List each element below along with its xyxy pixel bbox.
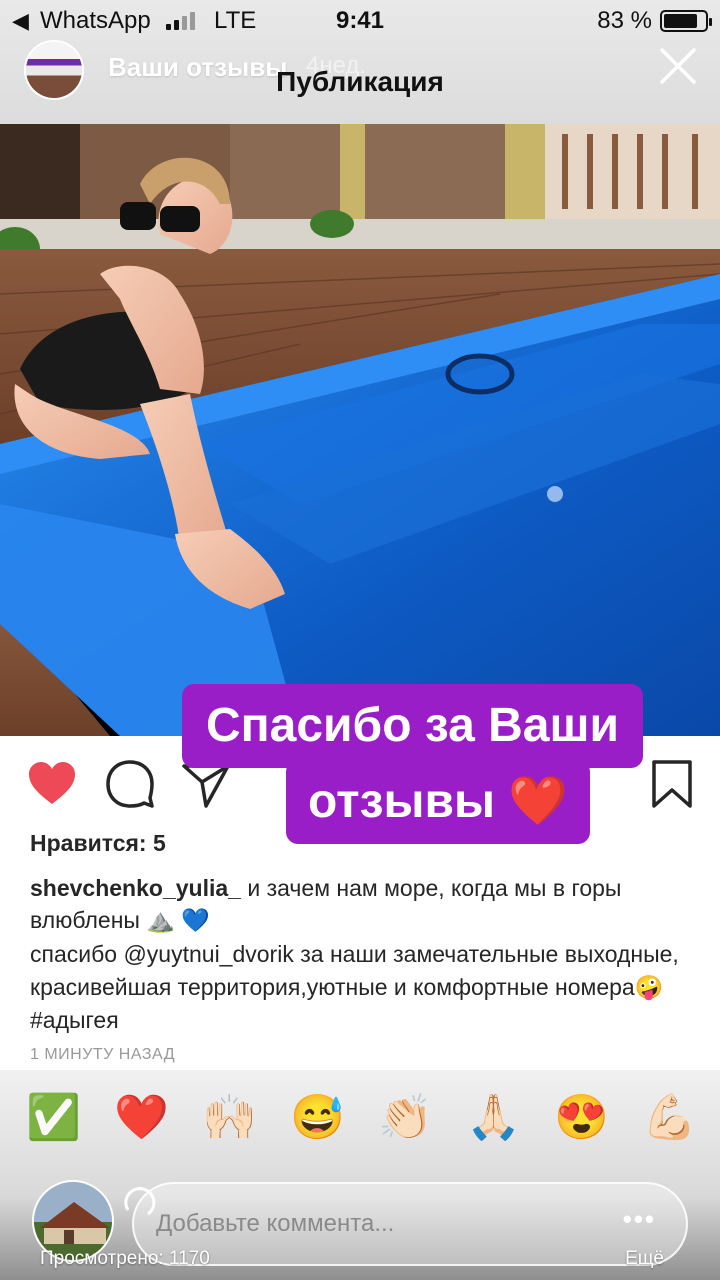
close-icon[interactable] — [656, 44, 700, 88]
post-time-ago: 1 МИНУТУ НАЗАД — [30, 1046, 176, 1063]
comment-mention[interactable]: @yuytnui_dvorik — [123, 941, 293, 967]
comment-prefix: спасибо — [30, 941, 118, 967]
flexed-biceps-icon[interactable]: 💪🏻 — [642, 1092, 697, 1144]
post-photo — [0, 124, 720, 736]
raised-hands-icon[interactable]: 🙌🏻 — [202, 1092, 257, 1144]
story-sticker-line2: отзывы ❤️ — [286, 760, 591, 844]
story-footer: ✅ ❤️ 🙌🏻 😅 👏🏻 🙏🏻 😍 💪🏻 ••• Просмотрено: 1170 Ещё — [0, 1070, 720, 1280]
reply-input[interactable] — [156, 1202, 576, 1246]
views-count[interactable]: Просмотрено: 1170 — [40, 1248, 210, 1270]
comment-icon[interactable] — [104, 758, 156, 810]
story-header: ◀ WhatsApp LTE 9:41 83 % Ваши отзывы 4не… — [0, 0, 720, 124]
clapping-hands-icon[interactable]: 👏🏻 — [378, 1092, 433, 1144]
battery-percent: 83 % — [597, 7, 652, 34]
comment-hashtag[interactable]: #адыгея — [30, 1007, 119, 1033]
more-button[interactable]: Ещё — [625, 1248, 664, 1270]
caption-username[interactable]: shevchenko_yulia_ — [30, 875, 241, 901]
likes-count[interactable]: Нравится: 5 — [30, 830, 166, 857]
battery-icon — [660, 10, 712, 32]
heart-emoji-icon[interactable]: ❤️ — [114, 1092, 169, 1144]
more-dots-icon[interactable]: ••• — [623, 1204, 656, 1235]
post-comment: спасибо @yuytnui_dvorik за наши замечате… — [30, 938, 690, 1037]
heart-icon[interactable] — [26, 758, 78, 810]
sweat-smile-icon[interactable]: 😅 — [290, 1092, 345, 1144]
post-caption: shevchenko_yulia_ и зачем нам море, когд… — [30, 872, 690, 936]
check-mark-icon[interactable]: ✅ — [26, 1092, 81, 1144]
praying-hands-icon[interactable]: 🙏🏻 — [466, 1092, 521, 1144]
status-bar: ◀ WhatsApp LTE 9:41 83 % — [0, 0, 720, 40]
story-sticker-line1: Спасибо за Ваши — [182, 684, 643, 768]
bookmark-icon[interactable] — [646, 758, 698, 810]
reply-field[interactable]: ••• — [132, 1182, 688, 1266]
quick-reactions: ✅ ❤️ 🙌🏻 😅 👏🏻 🙏🏻 😍 💪🏻 — [0, 1092, 720, 1148]
heart-eyes-icon[interactable]: 😍 — [554, 1092, 609, 1144]
page-title: Публикация — [276, 66, 444, 97]
